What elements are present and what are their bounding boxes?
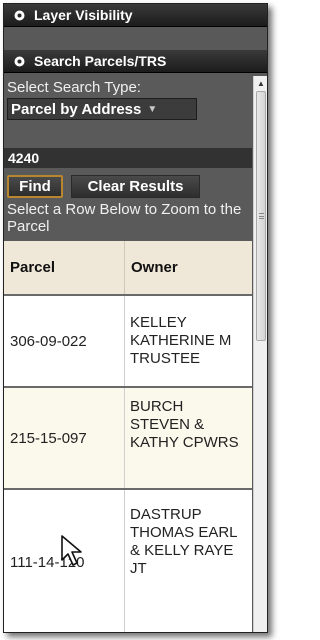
owner-cell: KELLEY KATHERINE M TRUSTEE <box>130 314 232 367</box>
search-parcels-header[interactable]: Search Parcels/TRS <box>4 50 267 73</box>
owner-cell: DASTRUP THOMAS EARL & KELLY RAYE JT <box>130 506 237 577</box>
scroll-thumb[interactable] <box>256 91 266 341</box>
scroll-up-icon[interactable]: ▲ <box>254 76 267 90</box>
search-type-select[interactable]: Parcel by Address ▼ <box>7 98 197 120</box>
column-header-owner[interactable]: Owner <box>125 241 242 294</box>
parcel-cell: 306-09-022 <box>4 296 125 386</box>
gear-icon <box>13 9 26 22</box>
parcel-cell: 215-15-097 <box>4 388 125 488</box>
column-header-parcel[interactable]: Parcel <box>4 241 125 294</box>
clear-results-button[interactable]: Clear Results <box>71 175 200 198</box>
zoom-instruction: Select a Row Below to Zoom to the Parcel <box>7 201 242 235</box>
chevron-down-icon: ▼ <box>147 103 158 115</box>
search-parcels-title: Search Parcels/TRS <box>34 53 167 69</box>
search-panel-content: Select Search Type: Parcel by Address ▼ … <box>4 76 252 632</box>
find-button[interactable]: Find <box>7 175 63 198</box>
layer-visibility-title: Layer Visibility <box>34 7 133 23</box>
gear-icon <box>13 55 26 68</box>
table-row[interactable]: 306-09-022 KELLEY KATHERINE M TRUSTEE <box>4 294 252 386</box>
layer-visibility-header[interactable]: Layer Visibility <box>4 4 267 27</box>
table-row[interactable]: 111-14-120 DASTRUP THOMAS EARL & KELLY R… <box>4 488 252 632</box>
mouse-pointer-icon <box>60 534 86 573</box>
search-type-label: Select Search Type: <box>7 79 141 96</box>
table-row[interactable]: 215-15-097 BURCH STEVEN & KATHY CPWRS <box>4 386 252 488</box>
vertical-scrollbar[interactable]: ▲ <box>253 76 267 632</box>
search-input[interactable]: 4240 <box>4 148 252 168</box>
results-table-header: Parcel Owner <box>4 241 252 294</box>
search-input-value: 4240 <box>8 150 40 166</box>
search-type-value: Parcel by Address <box>11 100 142 118</box>
grip-icon <box>258 213 264 219</box>
owner-cell: BURCH STEVEN & KATHY CPWRS <box>130 398 239 451</box>
side-panel: Layer Visibility Search Parcels/TRS Sele… <box>3 3 268 633</box>
